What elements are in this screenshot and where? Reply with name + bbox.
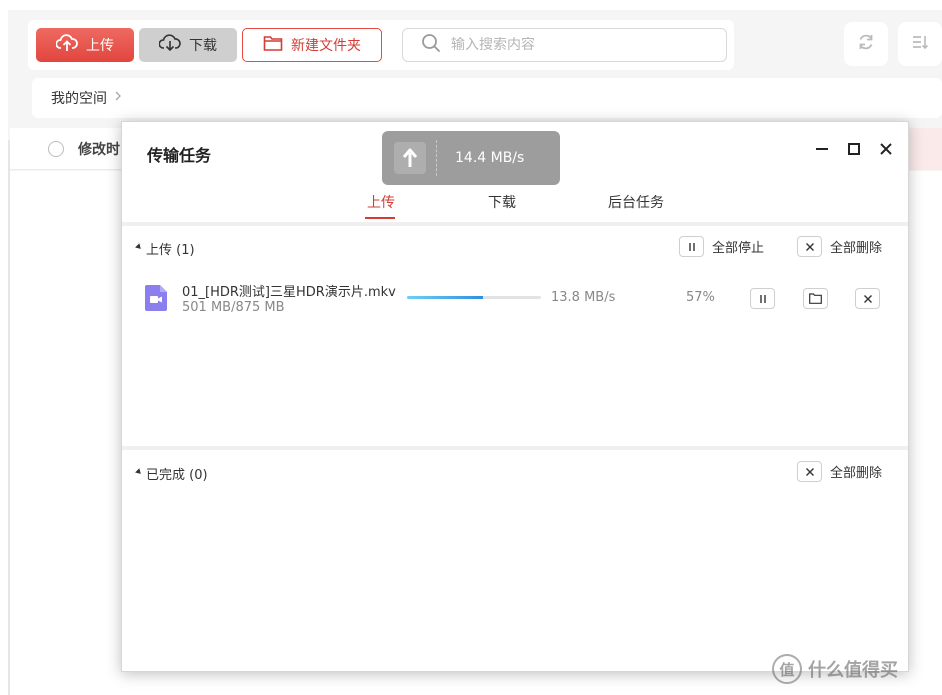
task-file-name: 01_[HDR测试]三星HDR演示片.mkv	[182, 285, 396, 300]
close-icon	[863, 289, 873, 308]
maximize-button[interactable]	[843, 140, 865, 162]
task-cancel-button[interactable]	[855, 288, 880, 309]
task-size-progress: 501 MB/875 MB	[182, 300, 285, 315]
folder-icon	[263, 34, 283, 56]
dialog-title: 传输任务	[147, 146, 212, 165]
download-button-label: 下载	[189, 38, 217, 54]
video-file-icon	[145, 285, 167, 311]
search-input[interactable]	[451, 37, 701, 53]
modified-column-header[interactable]: 修改时	[78, 139, 120, 159]
upload-button[interactable]: 上传	[36, 28, 134, 62]
overlay-speed: 14.4 MB/s	[455, 150, 525, 166]
search-box[interactable]	[402, 28, 727, 62]
upload-section-title: 上传 (1)	[146, 243, 195, 258]
tab-separator	[122, 222, 908, 226]
sort-icon	[910, 32, 930, 56]
active-tab-indicator	[365, 217, 395, 219]
minimize-icon	[814, 141, 830, 161]
new-folder-button-label: 新建文件夹	[291, 38, 361, 54]
upload-button-label: 上传	[86, 38, 114, 54]
tab-download[interactable]: 下载	[488, 192, 516, 212]
pause-all-button[interactable]: 全部停止	[679, 236, 764, 257]
select-all-radio[interactable]	[48, 140, 64, 157]
close-icon	[797, 236, 822, 257]
breadcrumb-root[interactable]: 我的空间	[51, 88, 107, 108]
pause-all-label: 全部停止	[712, 241, 765, 256]
delete-all-label: 全部删除	[830, 241, 883, 256]
refresh-button[interactable]	[844, 22, 888, 66]
task-percent: 57%	[686, 290, 715, 305]
upload-section-header[interactable]: 上传 (1)	[135, 239, 195, 258]
task-open-folder-button[interactable]	[803, 288, 828, 309]
overlay-divider	[436, 140, 437, 176]
maximize-icon	[846, 141, 862, 161]
collapse-caret-icon	[135, 243, 143, 251]
delete-all-completed-button[interactable]: 全部删除	[797, 461, 882, 482]
tab-background-tasks[interactable]: 后台任务	[608, 192, 664, 212]
chevron-right-icon	[113, 90, 123, 106]
cloud-download-icon	[158, 34, 181, 56]
cloud-upload-icon	[55, 34, 78, 56]
delete-all-uploads-button[interactable]: 全部删除	[797, 236, 882, 257]
minimize-button[interactable]	[811, 140, 833, 162]
task-pause-button[interactable]	[750, 288, 775, 309]
folder-icon	[809, 289, 822, 308]
watermark: 值 什么值得买	[772, 654, 898, 684]
refresh-icon	[856, 32, 876, 56]
completed-delete-all-label: 全部删除	[830, 466, 883, 481]
upload-progress-fill	[407, 296, 484, 299]
completed-section-title: 已完成 (0)	[146, 468, 208, 483]
close-icon	[797, 461, 822, 482]
upload-progress-bar	[407, 296, 541, 299]
watermark-logo-icon: 值	[772, 654, 802, 684]
download-button[interactable]: 下载	[139, 28, 237, 62]
sort-button[interactable]	[898, 22, 942, 66]
upload-arrow-icon	[394, 142, 426, 174]
completed-section-header[interactable]: 已完成 (0)	[135, 464, 208, 483]
transfer-dialog: 传输任务 上传 下载 后台任务 上传 (1) 全部停止 全部删除 01_[HDR…	[121, 121, 909, 672]
close-button[interactable]	[875, 140, 897, 162]
task-speed: 13.8 MB/s	[551, 290, 616, 305]
pause-icon	[758, 289, 768, 308]
new-folder-button[interactable]: 新建文件夹	[242, 28, 382, 62]
watermark-text: 什么值得买	[808, 660, 898, 681]
pause-icon	[679, 236, 704, 257]
search-icon	[421, 33, 441, 57]
breadcrumb: 我的空间	[32, 78, 942, 118]
tab-upload[interactable]: 上传	[367, 192, 395, 212]
collapse-caret-icon	[135, 468, 143, 476]
section-separator	[122, 446, 908, 450]
close-icon	[878, 141, 894, 161]
speed-overlay[interactable]: 14.4 MB/s	[382, 131, 560, 185]
